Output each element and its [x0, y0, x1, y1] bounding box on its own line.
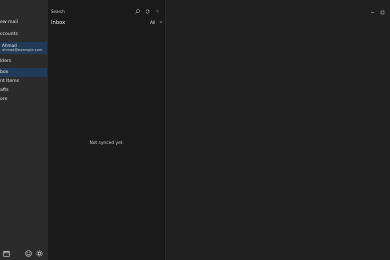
folder-label: ore	[0, 97, 8, 102]
account-item[interactable]: Ahmad ahmad@example.com	[0, 42, 47, 54]
page-title: Inbox	[51, 20, 66, 26]
minimize-icon[interactable]	[370, 10, 375, 15]
account-email: ahmad@example.com	[2, 48, 43, 52]
sidebar	[0, 0, 47, 260]
calendar-icon[interactable]	[3, 250, 10, 257]
empty-message: Not synced yet	[89, 141, 123, 146]
filter-dropdown[interactable]: All	[150, 20, 163, 26]
reading-pane	[165, 0, 390, 260]
folders-header-label: lders	[0, 59, 12, 64]
gear-icon[interactable]	[36, 250, 43, 257]
folders-header[interactable]: lders	[0, 58, 47, 66]
search-icon[interactable]	[135, 9, 140, 14]
smiley-icon[interactable]	[25, 250, 32, 257]
chevron-down-icon	[159, 20, 163, 24]
accounts-header[interactable]: ccounts	[0, 31, 47, 39]
list-divider	[165, 0, 166, 260]
folder-label: nt Items	[0, 79, 20, 84]
filter-icon[interactable]	[155, 9, 160, 14]
sidebar-divider	[47, 0, 48, 260]
filter-label: All	[150, 21, 156, 26]
maximize-icon[interactable]	[380, 10, 385, 15]
folder-item-sent[interactable]: nt Items	[0, 78, 47, 86]
folder-item-drafts[interactable]: afts	[0, 87, 47, 95]
sync-icon[interactable]	[145, 9, 150, 14]
accounts-header-label: ccounts	[0, 32, 18, 37]
folder-label: box	[0, 70, 9, 75]
message-list-pane	[47, 0, 165, 260]
new-mail-button[interactable]: ew mail	[0, 19, 47, 27]
search-input[interactable]: Search	[51, 9, 65, 14]
new-mail-label: ew mail	[0, 20, 18, 25]
folder-item-inbox[interactable]: box	[0, 68, 47, 77]
folder-label: afts	[0, 88, 9, 93]
folder-item-more[interactable]: ore	[0, 96, 47, 104]
